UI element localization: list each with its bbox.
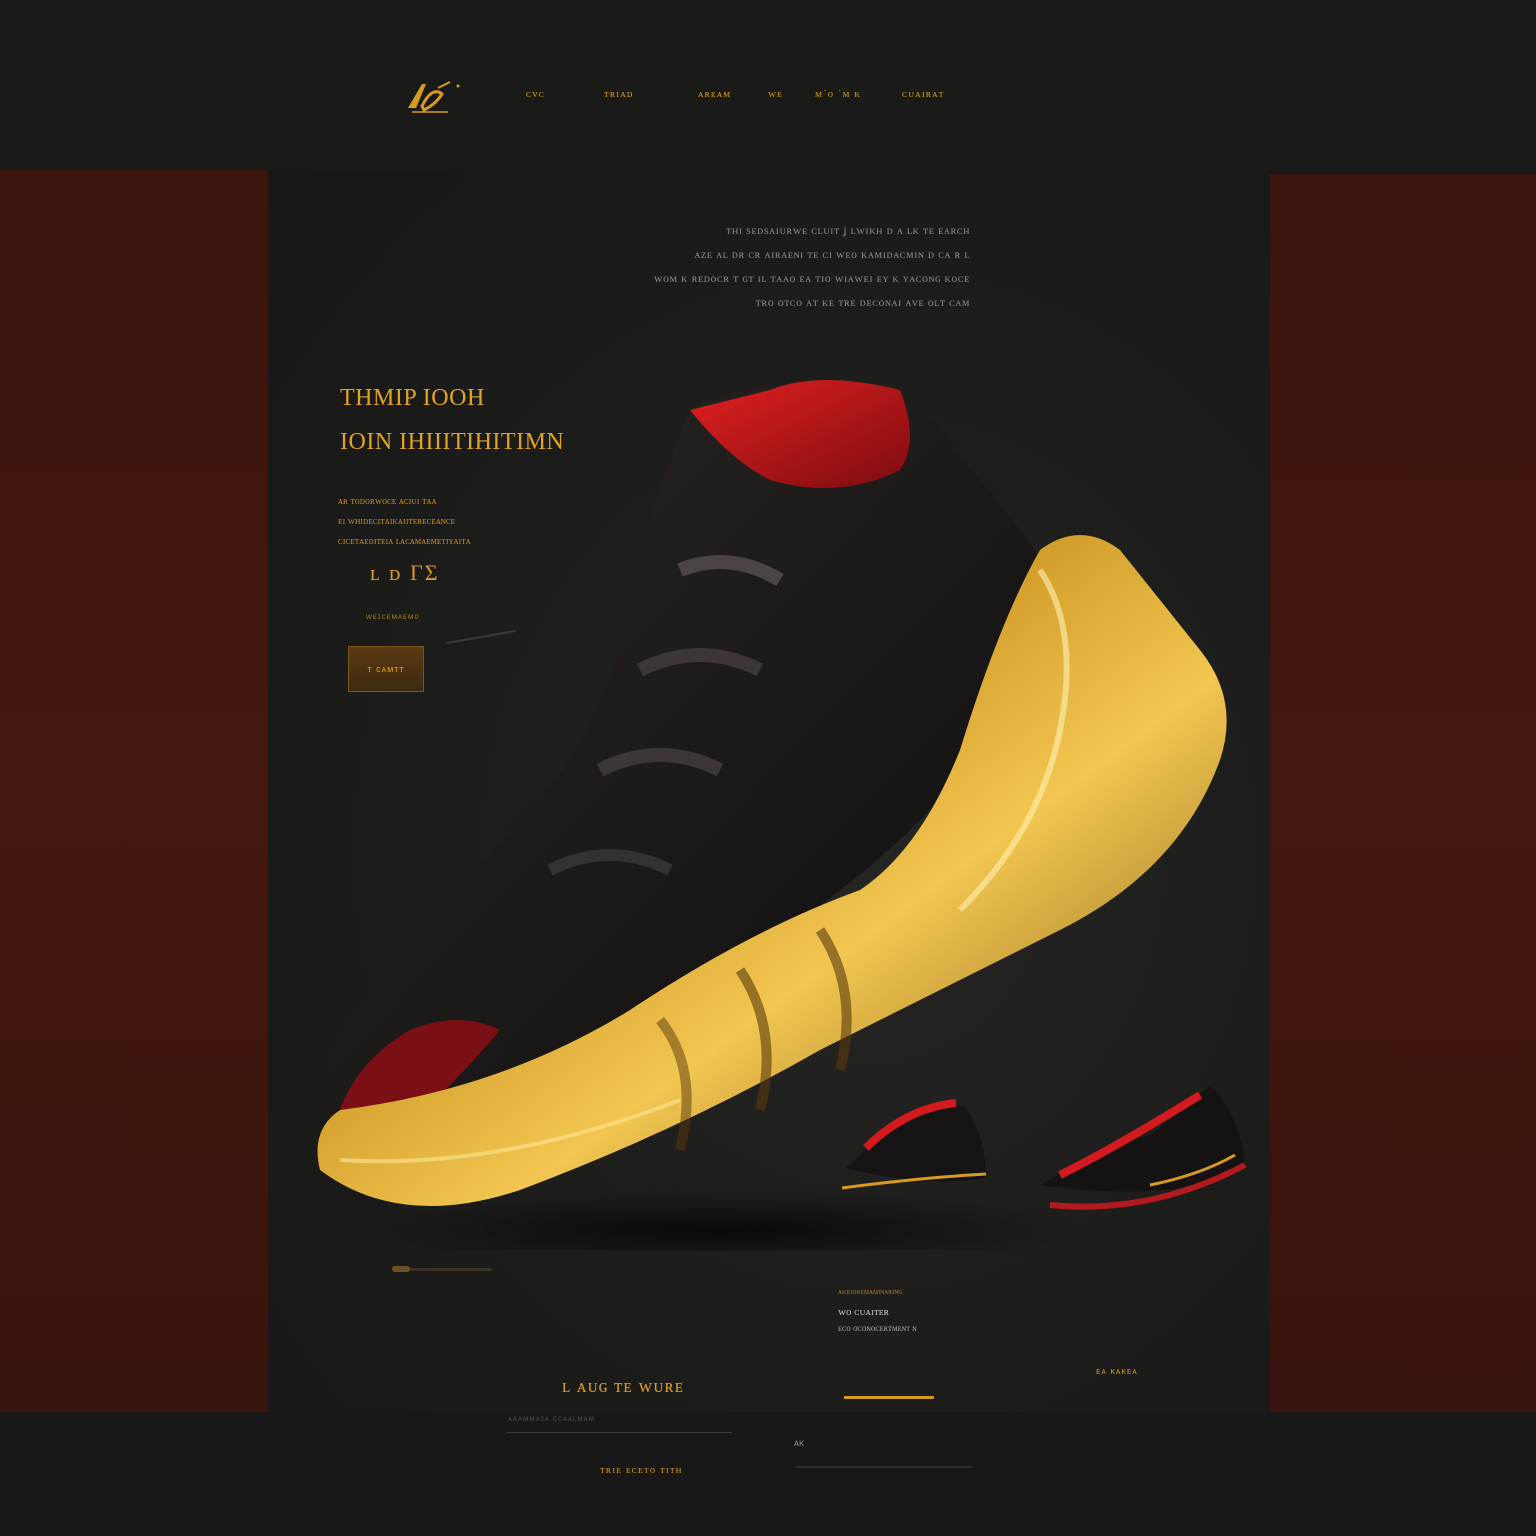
nav-item-3[interactable]: ᴀʀᴇᴀᴍ [698,88,731,100]
corner-tag[interactable]: ᴇᴀ ᴋᴀᴋᴇᴀ [1096,1366,1138,1376]
detail-name: ᴡᴏ ᴄᴜᴀɪᴛᴇʀ [838,1306,890,1318]
intro-line: ᴡᴏᴍ ᴋ ʀᴇᴅᴏᴄʀ ᴛ ɢᴛ ɪʟ ᴛᴀᴀᴏ ᴇᴀ ᴛɪᴏ ᴡɪᴀᴡᴇɪ … [653,271,970,285]
bottom-bar [0,1412,1536,1536]
carousel-indicator[interactable] [392,1266,410,1272]
left-side-panel [0,170,268,1412]
intro-line: ᴛʀᴏ ᴏᴛᴄᴏ ᴀᴛ ᴋᴇ ᴛʀᴇ ᴅᴇᴄᴏɴᴀɪ ᴀᴠᴇ ᴏʟᴛ ᴄᴀᴍ [755,295,970,309]
intro-line: ᴛʜɪ sᴇᴅsᴀɪᴜʀᴡᴇ ᴄʟᴜɪᴛ ʝ ʟᴡɪᴋʜ ᴅ ᴀ ʟᴋ ᴛᴇ ᴇ… [726,223,970,237]
detail-tag: ᴀᴋʀɪᴏʀᴇᴍᴀᴍɪɴᴀʀɪɴɢ [838,1287,903,1296]
cta-link[interactable]: ʟ ᴀᴜɢ ᴛᴇ ᴡᴜʀᴇ [562,1376,684,1398]
right-side-panel [1270,174,1536,1414]
secondary-field[interactable] [796,1458,972,1468]
footer-link[interactable]: ᴛʀɪᴇ ᴇᴄᴇᴛᴏ ᴛɪᴛʜ [600,1464,683,1476]
email-field-placeholder: ᴀᴀᴀᴍᴍᴀɪᴀ ᴄᴄᴀᴀʟᴍᴀᴍ [508,1414,596,1423]
gold-divider [844,1396,934,1399]
thumbnail-2-icon[interactable] [1030,1075,1255,1220]
product-detail: ᴀᴋʀɪᴏʀᴇᴍᴀᴍɪɴᴀʀɪɴɢ ᴡᴏ ᴄᴜᴀɪᴛᴇʀ ᴇᴄᴏ ᴏᴄᴏɴᴏᴄᴇ… [838,1284,958,1336]
nav-item-4[interactable]: ᴡᴇ [768,88,783,100]
top-header-bar [0,0,1536,170]
field-mark: ᴀᴋ [794,1438,804,1449]
nav-item-6[interactable]: ᴄᴜᴀɪʀᴀᴛ [902,88,944,100]
thumbnail-1-icon[interactable] [836,1078,996,1198]
email-field[interactable]: ᴀᴀᴀᴍᴍᴀɪᴀ ᴄᴄᴀᴀʟᴍᴀᴍ [506,1414,732,1433]
intro-text: ᴛʜɪ sᴇᴅsᴀɪᴜʀᴡᴇ ᴄʟᴜɪᴛ ʝ ʟᴡɪᴋʜ ᴅ ᴀ ʟᴋ ᴛᴇ ᴇ… [520,218,970,314]
detail-sub: ᴇᴄᴏ ᴏᴄᴏɴᴏᴄᴇʀᴛᴍᴇɴᴛ ɴ [838,1323,917,1333]
main-nav: ᴄᴠᴄ ᴛʀɪᴀᴅ ᴀʀᴇᴀᴍ ᴡᴇ ᴍ˙ᴏ ˙ᴍ ᴋ ᴄᴜᴀɪʀᴀᴛ [0,88,1536,108]
nav-item-2[interactable]: ᴛʀɪᴀᴅ [604,88,634,100]
nav-item-5[interactable]: ᴍ˙ᴏ ˙ᴍ ᴋ [815,88,861,100]
nav-item-1[interactable]: ᴄᴠᴄ [526,88,545,100]
intro-line: ᴀᴢᴇ ᴀʟ ᴅʀ ᴄʀ ᴀɪʀᴀᴇɴɪ ᴛᴇ ᴄɪ ᴡᴇᴏ ᴋᴀᴍɪᴅᴀᴄᴍɪ… [694,247,970,261]
